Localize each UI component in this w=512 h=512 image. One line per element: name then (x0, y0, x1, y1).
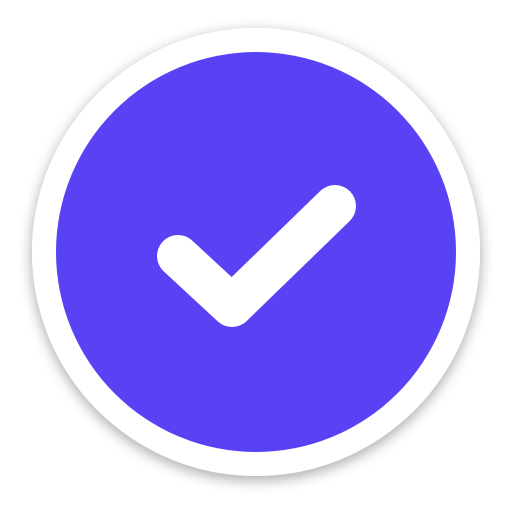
checkmark-badge-icon (32, 28, 480, 476)
icon-canvas (0, 0, 512, 512)
badge-fill-circle (56, 52, 456, 452)
